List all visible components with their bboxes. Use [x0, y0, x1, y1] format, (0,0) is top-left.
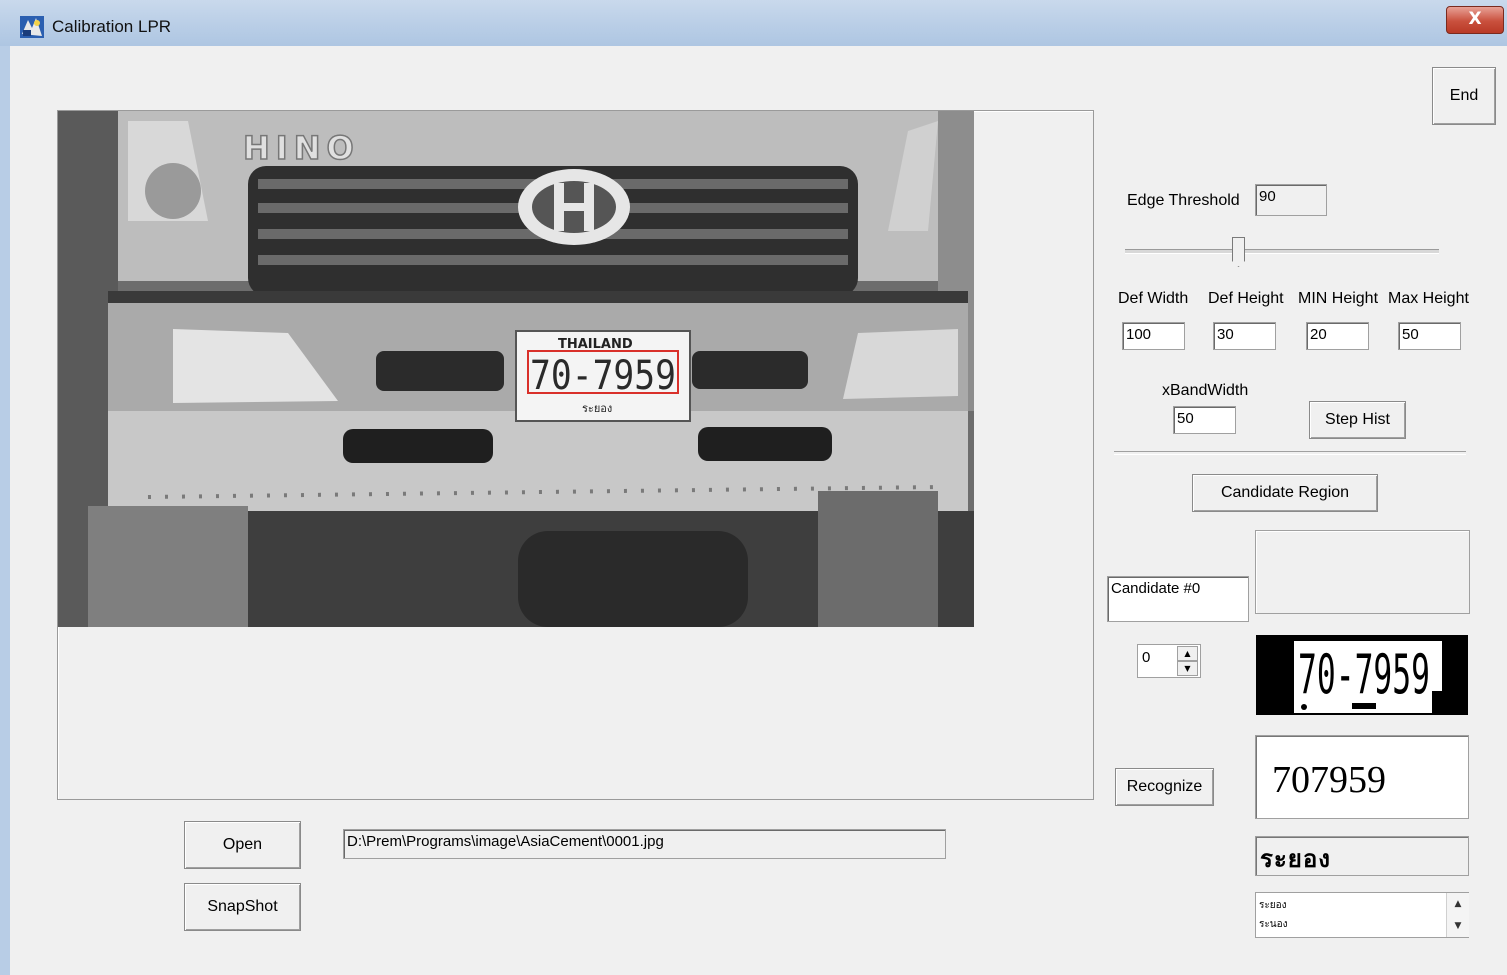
app-icon	[20, 16, 44, 38]
recognize-label: Recognize	[1126, 778, 1203, 795]
snapshot-button[interactable]: SnapShot	[184, 883, 301, 931]
candidate-field[interactable]: Candidate #0	[1107, 576, 1249, 622]
binarized-plate-number: 70-7959	[1298, 643, 1430, 706]
truck-photo: HINO THAILAND 70-7959 ระยอง	[58, 111, 974, 627]
recognized-province-box: ระยอง	[1255, 836, 1469, 876]
calibration-window: Calibration LPR X HINO THAILAND 70-7959 …	[0, 0, 1507, 975]
close-icon: X	[1468, 9, 1482, 29]
candidate-index-spinner[interactable]: 0 ▲ ▼	[1137, 644, 1201, 678]
candidate-region-label: Candidate Region	[1220, 484, 1350, 501]
step-hist-label: Step Hist	[1325, 411, 1390, 428]
max-height-label: Max Height	[1388, 290, 1469, 307]
min-height-label: MIN Height	[1298, 290, 1379, 307]
binarized-plate-image: 70-7959	[1256, 635, 1468, 715]
edge-threshold-field[interactable]: 90	[1255, 184, 1327, 216]
spin-down-icon[interactable]: ▼	[1177, 661, 1198, 676]
edge-threshold-slider-thumb[interactable]	[1232, 237, 1245, 267]
xbandwidth-field[interactable]: 50	[1173, 406, 1236, 434]
def-width-label: Def Width	[1118, 290, 1189, 307]
end-button[interactable]: End	[1432, 67, 1496, 125]
list-item[interactable]: ระยอง	[1259, 898, 1287, 913]
scroll-down-icon[interactable]: ▼	[1447, 915, 1469, 937]
recognized-province: ระยอง	[1260, 845, 1331, 873]
open-label: Open	[222, 836, 263, 853]
recognized-number: 707959	[1272, 759, 1386, 801]
plate-country-text: THAILAND	[558, 337, 633, 352]
section-separator	[1114, 451, 1466, 455]
recognize-button[interactable]: Recognize	[1115, 768, 1214, 806]
window-frame-left	[0, 46, 10, 975]
edge-threshold-label: Edge Threshold	[1127, 192, 1240, 209]
def-height-field[interactable]: 30	[1213, 322, 1276, 350]
end-button-label: End	[1449, 87, 1479, 104]
xbandwidth-label: xBandWidth	[1162, 382, 1249, 399]
snapshot-label: SnapShot	[207, 898, 278, 915]
min-height-field[interactable]: 20	[1306, 322, 1369, 350]
scroll-up-icon[interactable]: ▲	[1447, 893, 1469, 915]
recognized-number-box: 707959	[1255, 735, 1469, 819]
candidate-region-button[interactable]: Candidate Region	[1192, 474, 1378, 512]
max-height-field[interactable]: 50	[1398, 322, 1461, 350]
close-button[interactable]: X	[1446, 6, 1504, 34]
open-button[interactable]: Open	[184, 821, 301, 869]
def-width-field[interactable]: 100	[1122, 322, 1185, 350]
plate-number-text: 70-7959	[530, 353, 676, 399]
spin-up-icon[interactable]: ▲	[1177, 646, 1198, 661]
list-item[interactable]: ระนอง	[1259, 917, 1287, 932]
window-title: Calibration LPR	[52, 17, 172, 36]
step-hist-button[interactable]: Step Hist	[1309, 401, 1406, 439]
edge-threshold-slider-track[interactable]	[1125, 249, 1439, 254]
candidate-preview-panel	[1255, 530, 1470, 614]
def-height-label: Def Height	[1208, 290, 1284, 307]
province-candidates-list[interactable]: ระยอง ระนอง	[1255, 892, 1469, 938]
plate-province-text: ระยอง	[582, 402, 612, 415]
image-path-field[interactable]: D:\Prem\Programs\image\AsiaCement\0001.j…	[343, 829, 946, 859]
province-list-scrollbar[interactable]: ▲ ▼	[1446, 893, 1469, 937]
title-bar: Calibration LPR X	[0, 0, 1507, 47]
truck-brand-text: HINO	[243, 129, 360, 167]
